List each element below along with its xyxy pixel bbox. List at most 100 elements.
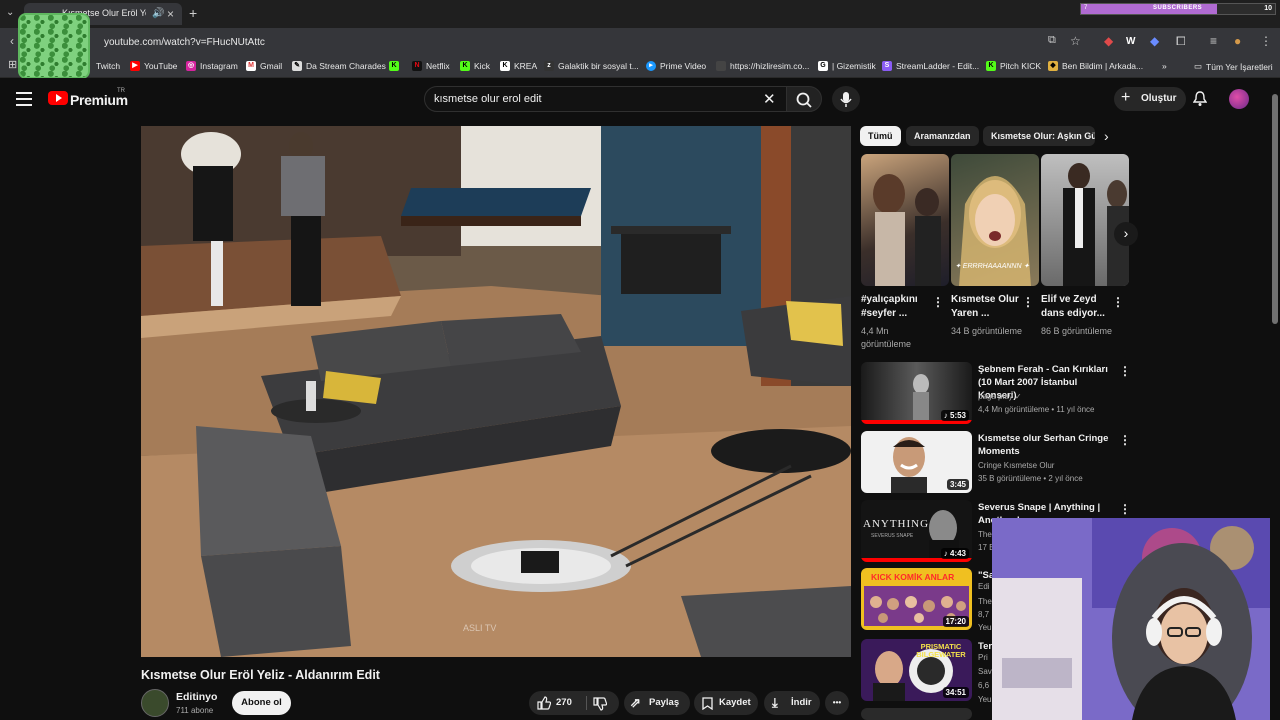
extension-red-icon[interactable]: ◆ xyxy=(1104,34,1113,48)
bookmark-hizliresim[interactable]: https://hizliresim.co... xyxy=(716,61,809,71)
bookmark-da-stream-charades[interactable]: ✎ Da Stream Charades xyxy=(292,61,386,71)
short-thumbnail[interactable] xyxy=(1041,154,1129,286)
tab-close-icon[interactable]: × xyxy=(167,7,174,21)
charades-bookmark-label: Da Stream Charades xyxy=(306,61,386,71)
save-label: Kaydet xyxy=(719,697,751,708)
short-title[interactable]: Kısmetse Olur Yaren ... xyxy=(951,293,1021,321)
more-bookmarks-button[interactable]: » xyxy=(1162,61,1167,71)
share-button[interactable]: ⇗ Paylaş xyxy=(624,691,690,715)
shorts-next-button[interactable]: › xyxy=(1114,222,1138,246)
new-tab-icon[interactable]: + xyxy=(189,5,197,21)
bookmark-streamladder[interactable]: S StreamLadder - Edit... xyxy=(882,61,979,71)
search-query[interactable]: kısmetse olur erol edit xyxy=(434,93,542,105)
reading-list-icon[interactable]: ≡ xyxy=(1210,34,1217,48)
krea-bookmark-label: KREA xyxy=(514,61,538,71)
download-button[interactable]: ⤓ İndir xyxy=(764,691,820,715)
page-scrollbar[interactable] xyxy=(1270,84,1280,720)
notifications-bell-icon[interactable] xyxy=(1193,91,1207,107)
recommended-more-icon[interactable]: ⋮ xyxy=(1119,502,1131,516)
bookmark-twitch[interactable]: Twitch xyxy=(96,61,120,71)
recommended-thumbnail[interactable]: PRISMATIC BILGEWATER 34:51 xyxy=(861,639,972,701)
short-thumbnail[interactable]: ✦ ERRRHAAAANNN ✦ xyxy=(951,154,1039,286)
audio-icon[interactable]: 🔊 xyxy=(152,8,164,19)
short-thumbnail[interactable] xyxy=(861,154,949,286)
thumbnail-text: ANYTHING xyxy=(863,518,930,530)
bookmark-pitch-kick[interactable]: K Pitch KICK xyxy=(986,61,1041,71)
youtube-brand[interactable]: Premium xyxy=(70,92,128,108)
save-button[interactable]: Kaydet xyxy=(694,691,758,715)
recommended-channel[interactable]: Edi xyxy=(978,582,990,591)
chip-all[interactable]: Tümü xyxy=(860,126,901,146)
short-thumbnail-image xyxy=(873,174,941,286)
apps-grid-icon[interactable]: ⊞ xyxy=(8,58,17,71)
microphone-icon xyxy=(840,92,852,107)
bookmark-youtube[interactable]: ▶ YouTube xyxy=(130,61,177,71)
url-field[interactable]: youtube.com/watch?v=FHucNUtAttc xyxy=(104,37,265,48)
bookmark-star-icon[interactable]: ☆ xyxy=(1070,34,1081,48)
chip-from-search[interactable]: Aramanızdan xyxy=(906,126,979,146)
bookmark-instagram[interactable]: ◎ Instagram xyxy=(186,61,238,71)
extensions-puzzle-icon[interactable]: ⧠ xyxy=(1176,34,1186,49)
bookmark-gizemistik[interactable]: G | Gizemistik xyxy=(818,61,876,71)
recommended-title[interactable]: Kısmetse olur Serhan Cringe Moments xyxy=(978,432,1114,458)
video-player[interactable]: ASLI TV xyxy=(141,126,851,657)
clear-search-icon[interactable]: ✕ xyxy=(763,90,776,108)
cast-icon[interactable]: ⧉ xyxy=(1048,34,1056,47)
recommended-channel[interactable]: Pri xyxy=(978,653,988,662)
channel-avatar[interactable] xyxy=(141,689,169,717)
bookmark-gmail[interactable]: M Gmail xyxy=(246,61,282,71)
recommended-more-icon[interactable]: ⋮ xyxy=(1119,433,1131,447)
voice-search-button[interactable] xyxy=(832,86,860,112)
short-more-icon[interactable]: ⋮ xyxy=(1112,295,1124,309)
recommended-age: Yeu xyxy=(978,623,992,632)
extension-blue-icon[interactable]: ◆ xyxy=(1150,34,1159,48)
thumbs-up-icon[interactable] xyxy=(537,696,551,710)
recommended-thumbnail[interactable]: ANYTHING SEVERUS SNAPE ♪ 4:43 xyxy=(861,500,972,562)
recommended-channel[interactable]: The xyxy=(978,530,992,539)
bookmark-kick-1[interactable]: K xyxy=(389,61,399,71)
bookmark-ben-bildim[interactable]: ◆ Ben Bildim | Arkada... xyxy=(1048,61,1143,71)
bookmarks-bar: ⊞ Twitch ▶ YouTube ◎ Instagram M Gmail ✎ Da … xyxy=(0,56,1280,78)
back-icon[interactable]: ‹ xyxy=(10,34,14,48)
scrollbar-thumb[interactable] xyxy=(1272,94,1278,324)
bookmark-netflix[interactable]: N Netflix xyxy=(412,61,450,71)
recommended-meta: The xyxy=(978,597,992,606)
browser-menu-icon[interactable]: ⋮ xyxy=(1260,34,1272,48)
video-duration: 17:20 xyxy=(942,616,969,627)
thumbs-down-icon[interactable] xyxy=(593,697,607,711)
tab-list-icon[interactable]: ⌄ xyxy=(6,7,14,18)
channel-name[interactable]: Editinyo xyxy=(176,691,217,703)
short-title[interactable]: #yalıçapkını #seyfer ... xyxy=(861,293,931,321)
recommended-thumbnail[interactable]: KICK KOMİK ANLAR 17:20 xyxy=(861,568,972,630)
bookmark-kick[interactable]: K Kick xyxy=(460,61,490,71)
more-actions-button[interactable]: ••• xyxy=(825,691,849,715)
recommended-age: Yeu xyxy=(978,695,992,704)
chip-kismetse-olur[interactable]: Kısmetse Olur: Aşkın Gücü xyxy=(983,126,1095,146)
recommended-thumbnail[interactable]: 3:45 xyxy=(861,431,972,493)
kick-bookmark-label: Kick xyxy=(474,61,491,71)
recommended-more-icon[interactable]: ⋮ xyxy=(1119,364,1131,378)
youtube-logo-icon[interactable] xyxy=(48,91,68,105)
recommended-channel[interactable]: Cringe Kısmetse Olur xyxy=(978,461,1054,470)
share-label: Paylaş xyxy=(649,697,680,708)
bookmark-galaktik[interactable]: z Galaktik bir sosyal t... xyxy=(544,61,639,71)
chips-next-chevron-icon[interactable]: › xyxy=(1104,128,1109,144)
twitch-bookmark-label: Twitch xyxy=(96,61,121,71)
short-more-icon[interactable]: ⋮ xyxy=(932,295,944,309)
profile-icon[interactable]: ● xyxy=(1234,34,1241,48)
gmail-icon: M xyxy=(246,61,256,71)
recommended-channel[interactable]: paga play ✓ xyxy=(978,392,1022,401)
bookmark-krea[interactable]: K KREA xyxy=(500,61,537,71)
hamburger-menu-icon[interactable] xyxy=(16,92,32,106)
user-avatar[interactable] xyxy=(1229,89,1249,109)
subscribe-button[interactable]: Abone ol xyxy=(232,691,291,715)
search-button[interactable] xyxy=(786,86,822,112)
short-title[interactable]: Elif ve Zeyd dans ediyor... xyxy=(1041,293,1111,321)
like-count[interactable]: 270 xyxy=(556,691,572,715)
recommended-thumbnail[interactable] xyxy=(861,708,972,720)
extension-w-icon[interactable]: W xyxy=(1126,36,1135,47)
short-more-icon[interactable]: ⋮ xyxy=(1022,295,1034,309)
recommended-thumbnail[interactable]: ♪ 5:53 xyxy=(861,362,972,424)
all-bookmarks-folder[interactable]: ▭ Tüm Yer İşaretleri xyxy=(1194,61,1273,72)
bookmark-prime-video[interactable]: ▸ Prime Video xyxy=(646,61,706,71)
